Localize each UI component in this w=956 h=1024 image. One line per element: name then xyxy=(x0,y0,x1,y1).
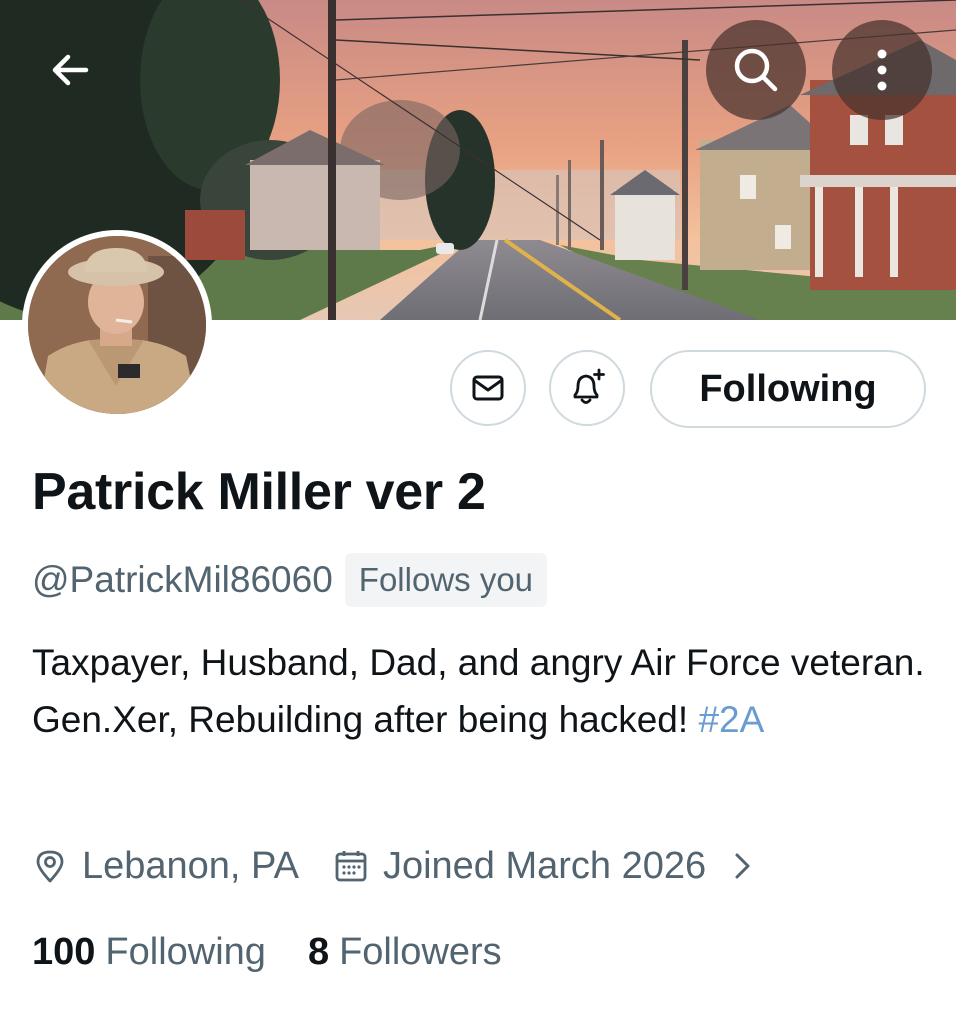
location-pin-icon xyxy=(32,848,68,884)
more-vertical-icon xyxy=(877,49,887,91)
avatar[interactable] xyxy=(22,230,212,420)
followers-count: 8 xyxy=(307,930,330,973)
joined-date: Joined March 2026 xyxy=(382,844,707,887)
following-stat[interactable]: 100 Following xyxy=(32,931,266,974)
search-button[interactable] xyxy=(706,20,806,120)
display-name: Patrick Miller ver 2 xyxy=(32,463,486,521)
follows-you-badge: Follows you xyxy=(344,553,548,607)
arrow-left-icon xyxy=(52,54,89,86)
bio-hashtag-link[interactable]: #2A xyxy=(698,699,764,740)
following-stat-label: Following xyxy=(105,930,266,973)
notifications-button[interactable] xyxy=(549,350,625,426)
chevron-right-icon[interactable] xyxy=(732,850,754,882)
envelope-icon xyxy=(472,375,504,401)
follow-stats: 100 Following 8 Followers xyxy=(32,924,502,980)
user-handle: @PatrickMil86060 xyxy=(32,559,333,600)
followers-stat-label: Followers xyxy=(339,930,502,973)
calendar-icon xyxy=(333,848,369,884)
more-options-button[interactable] xyxy=(832,20,932,120)
back-button[interactable] xyxy=(20,20,120,120)
search-icon xyxy=(734,48,778,92)
location-text: Lebanon, PA xyxy=(82,844,299,887)
followers-stat[interactable]: 8 Followers xyxy=(308,931,502,974)
bio: Taxpayer, Husband, Dad, and angry Air Fo… xyxy=(32,634,932,748)
following-button[interactable]: Following xyxy=(650,350,926,428)
bio-text: Taxpayer, Husband, Dad, and angry Air Fo… xyxy=(32,642,925,740)
message-button[interactable] xyxy=(450,350,526,426)
handle-row: @PatrickMil86060 Follows you xyxy=(32,552,548,608)
avatar-photo xyxy=(28,236,206,414)
bell-plus-icon xyxy=(573,368,605,404)
following-count: 100 xyxy=(32,930,96,973)
profile-meta: Lebanon, PA Joined March 2026 xyxy=(32,838,754,894)
